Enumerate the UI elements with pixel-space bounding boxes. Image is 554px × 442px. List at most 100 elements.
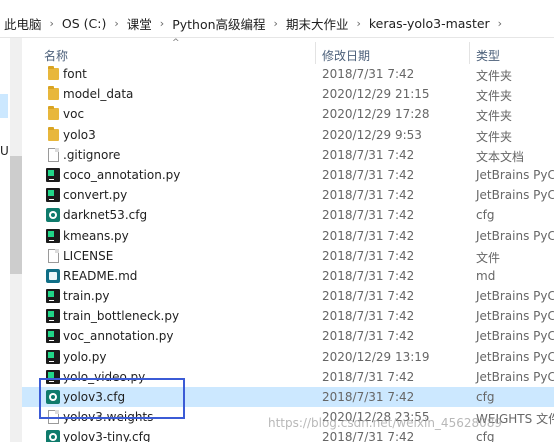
file-type: 文件夹 <box>476 109 513 124</box>
file-modified-date: 2018/7/31 7:42 <box>322 268 415 283</box>
text-document-icon <box>48 147 59 162</box>
file-modified-date: 2018/7/31 7:42 <box>322 208 415 223</box>
file-name: LICENSE <box>63 248 114 263</box>
python-file-icon <box>46 289 60 304</box>
file-row[interactable]: voc 2020/12/29 17:28 文件夹 <box>22 104 554 124</box>
file-row[interactable]: README.md 2018/7/31 7:42 md <box>22 266 554 286</box>
file-name: convert.py <box>63 188 128 203</box>
file-name: font <box>63 67 87 81</box>
column-divider[interactable] <box>469 42 470 64</box>
file-type: cfg <box>476 390 495 404</box>
breadcrumb: 此电脑 › OS (C:) › 课堂 › Python高级编程 › 期末大作业 … <box>0 14 506 33</box>
python-file-icon <box>46 329 60 344</box>
markdown-file-icon <box>46 268 60 283</box>
file-row[interactable]: yolo3 2020/12/29 9:53 文件夹 <box>22 125 554 145</box>
file-name: yolo.py <box>63 349 107 364</box>
file-modified-date: 2018/7/31 7:42 <box>322 167 415 182</box>
file-name: model_data <box>63 87 134 102</box>
chevron-right-icon[interactable]: › <box>352 17 364 30</box>
chevron-right-icon[interactable]: › <box>46 17 58 30</box>
folder-icon <box>48 106 59 121</box>
file-row[interactable]: model_data 2020/12/29 21:15 文件夹 <box>22 84 554 104</box>
file-modified-date: 2018/7/31 7:42 <box>322 390 415 404</box>
python-file-icon <box>46 167 60 182</box>
cfg-file-icon <box>46 430 60 442</box>
column-header-type[interactable]: 类型 <box>476 47 500 64</box>
chevron-right-icon[interactable]: › <box>494 17 506 30</box>
file-type: JetBrains PyCh <box>476 188 554 203</box>
file-type: JetBrains PyCh <box>476 349 554 364</box>
file-type: JetBrains PyCh <box>476 369 554 384</box>
python-file-icon <box>46 309 60 324</box>
file-type: JetBrains PyCh <box>476 329 554 344</box>
file-name: voc_annotation.py <box>63 329 174 344</box>
file-modified-date: 2018/7/31 7:42 <box>322 289 415 304</box>
file-modified-date: 2018/7/31 7:42 <box>322 248 415 263</box>
file-name: yolo3 <box>63 127 96 142</box>
file-row[interactable]: yolo.py 2020/12/29 13:19 JetBrains PyCh <box>22 347 554 367</box>
python-file-icon <box>46 188 60 203</box>
address-bar[interactable]: 此电脑 › OS (C:) › 课堂 › Python高级编程 › 期末大作业 … <box>0 0 554 38</box>
file-modified-date: 2020/12/29 17:28 <box>322 107 430 122</box>
watermark: https://blog.csdn.net/weixin_45628089 <box>268 416 503 430</box>
column-divider[interactable] <box>315 42 316 64</box>
file-modified-date: 2018/7/31 7:42 <box>322 430 415 442</box>
file-type: cfg <box>476 430 495 442</box>
file-name: train_bottleneck.py <box>63 309 180 324</box>
file-type: 文本文档 <box>476 149 525 164</box>
column-header: ^ 名称 修改日期 类型 <box>22 38 554 64</box>
folder-icon <box>48 66 59 80</box>
column-header-name[interactable]: 名称 <box>44 47 68 64</box>
file-modified-date: 2018/7/31 7:42 <box>322 67 415 81</box>
python-file-icon <box>46 228 60 243</box>
file-type: JetBrains PyCh <box>476 289 554 304</box>
file-row[interactable]: coco_annotation.py 2018/7/31 7:42 JetBrain… <box>22 165 554 185</box>
breadcrumb-keras-yolo3-master[interactable]: keras-yolo3-master <box>365 16 494 31</box>
file-modified-date: 2018/7/31 7:42 <box>322 369 415 384</box>
blank-file-icon <box>48 248 59 263</box>
file-row[interactable]: darknet53.cfg 2018/7/31 7:42 cfg <box>22 205 554 225</box>
breadcrumb-python-advanced[interactable]: Python高级编程 <box>168 14 269 33</box>
navigation-pane-selected-item[interactable] <box>0 94 8 118</box>
chevron-right-icon[interactable]: › <box>110 17 122 30</box>
chevron-right-icon[interactable]: › <box>156 17 168 30</box>
breadcrumb-drive-c[interactable]: OS (C:) <box>58 16 110 31</box>
file-type: 文件夹 <box>476 89 513 104</box>
file-row[interactable]: font 2018/7/31 7:42 文件夹 <box>22 64 554 84</box>
file-modified-date: 2018/7/31 7:42 <box>322 147 415 162</box>
file-name: darknet53.cfg <box>63 208 148 223</box>
breadcrumb-this-pc[interactable]: 此电脑 <box>0 14 46 33</box>
file-type: JetBrains PyCh <box>476 309 554 324</box>
file-type: JetBrains PyCh <box>476 228 554 243</box>
file-row[interactable]: convert.py 2018/7/31 7:42 JetBrains PyCh <box>22 185 554 205</box>
file-name: README.md <box>63 268 138 283</box>
navigation-pane-item-label[interactable]: U <box>0 144 9 158</box>
file-modified-date: 2018/7/31 7:42 <box>322 188 415 203</box>
file-name: yolov3-tiny.cfg <box>63 430 151 442</box>
file-row[interactable]: train_bottleneck.py 2018/7/31 7:42 JetBrai… <box>22 306 554 326</box>
breadcrumb-final-project[interactable]: 期末大作业 <box>282 14 353 33</box>
file-row[interactable]: kmeans.py 2018/7/31 7:42 JetBrains PyCh <box>22 226 554 246</box>
file-type: 文件夹 <box>476 129 513 144</box>
file-type: 文件夹 <box>476 69 513 83</box>
navigation-scrollbar-thumb[interactable] <box>10 156 22 274</box>
folder-icon <box>48 86 59 101</box>
file-row[interactable]: .gitignore 2018/7/31 7:42 文本文档 <box>22 145 554 165</box>
file-row[interactable]: train.py 2018/7/31 7:42 JetBrains PyCh <box>22 286 554 306</box>
file-modified-date: 2020/12/29 13:19 <box>322 349 430 364</box>
file-type: JetBrains PyCh <box>476 167 554 182</box>
python-file-icon <box>46 349 60 364</box>
file-name: .gitignore <box>63 147 121 162</box>
file-row[interactable]: LICENSE 2018/7/31 7:42 文件 <box>22 246 554 266</box>
breadcrumb-classroom[interactable]: 课堂 <box>123 14 156 33</box>
file-modified-date: 2018/7/31 7:42 <box>322 329 415 344</box>
cfg-file-icon <box>46 208 60 223</box>
folder-icon <box>48 126 59 141</box>
column-header-modified[interactable]: 修改日期 <box>322 47 370 64</box>
file-name: train.py <box>63 289 110 304</box>
file-modified-date: 2018/7/31 7:42 <box>322 309 415 324</box>
sort-ascending-icon: ^ <box>172 38 180 48</box>
chevron-right-icon[interactable]: › <box>270 17 282 30</box>
file-row[interactable]: voc_annotation.py 2018/7/31 7:42 JetBrains… <box>22 326 554 346</box>
file-name: kmeans.py <box>63 228 129 243</box>
